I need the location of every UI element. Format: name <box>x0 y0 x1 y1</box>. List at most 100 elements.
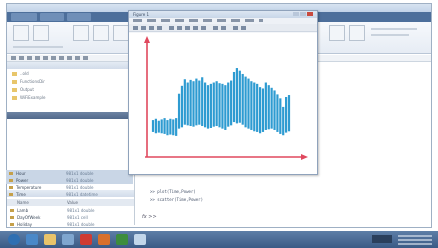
close-button[interactable] <box>307 12 313 16</box>
bar <box>282 106 285 136</box>
open-button[interactable] <box>33 25 49 41</box>
folder-icon <box>12 72 17 76</box>
variable-icon <box>9 186 13 189</box>
bar <box>287 95 291 132</box>
new-figure-icon[interactable] <box>133 26 138 30</box>
bar <box>227 82 230 127</box>
window-icon[interactable] <box>134 234 146 245</box>
figure-title-bar[interactable]: Figure 1 <box>129 11 317 18</box>
current-folder-header[interactable] <box>7 62 134 69</box>
bar <box>247 78 250 129</box>
rotate-icon[interactable] <box>201 26 206 30</box>
bar <box>285 97 288 133</box>
save-icon[interactable] <box>149 26 154 30</box>
bar <box>201 77 204 127</box>
bar <box>232 71 236 123</box>
legend-icon[interactable] <box>241 26 246 30</box>
pointer-icon[interactable] <box>169 26 174 30</box>
tab-apps[interactable] <box>67 13 91 21</box>
path-text <box>11 56 91 60</box>
brush-icon[interactable] <box>221 26 226 30</box>
ie-icon[interactable] <box>26 234 38 245</box>
tab-home[interactable] <box>11 13 37 21</box>
y-axis-arrow-icon <box>144 36 150 43</box>
plot-area[interactable] <box>129 33 317 174</box>
bar <box>192 81 195 127</box>
command-history-line: >> scatter(Time,Power) <box>150 197 203 202</box>
bar <box>250 81 253 130</box>
clock <box>398 234 432 245</box>
details-panel-header[interactable] <box>7 112 134 119</box>
colorbar-icon[interactable] <box>233 26 238 30</box>
bar <box>261 88 265 132</box>
bar <box>189 79 192 127</box>
variable-icon <box>9 179 13 182</box>
matlab-icon[interactable] <box>98 234 110 245</box>
folder-icon <box>12 88 17 92</box>
save-workspace-button[interactable] <box>93 25 109 41</box>
start-button[interactable] <box>8 234 20 245</box>
bar <box>163 118 166 134</box>
folder-icon <box>12 80 17 84</box>
app-icon[interactable] <box>80 234 92 245</box>
media-icon[interactable] <box>62 234 74 245</box>
bar <box>253 82 256 132</box>
bar <box>267 85 270 130</box>
x-axis-arrow-icon <box>301 154 308 160</box>
menu-items[interactable] <box>133 19 263 22</box>
layout-button[interactable] <box>349 25 365 41</box>
file-group-label <box>13 46 63 48</box>
explorer-icon[interactable] <box>44 234 56 245</box>
import-button[interactable] <box>73 25 89 41</box>
maximize-button[interactable] <box>300 12 306 16</box>
resources-label <box>371 28 417 30</box>
print-icon[interactable] <box>157 26 162 30</box>
figure-title: Figure 1 <box>133 12 150 17</box>
bar <box>198 80 201 125</box>
bar <box>218 83 221 128</box>
new-script-button[interactable] <box>13 25 29 41</box>
pan-icon[interactable] <box>193 26 198 30</box>
bar <box>212 82 215 127</box>
workspace-row[interactable]: Time 981x1 datetime <box>6 191 133 198</box>
bar <box>238 70 241 123</box>
variable-button[interactable] <box>113 25 129 41</box>
bar-chart <box>144 36 308 160</box>
bar <box>244 76 247 128</box>
excel-icon[interactable] <box>116 234 128 245</box>
bar <box>154 118 157 134</box>
data-cursor-icon[interactable] <box>213 26 218 30</box>
bar <box>206 85 210 129</box>
workspace-row-selected[interactable]: Hour 981x1 double <box>6 170 133 177</box>
minimize-button[interactable] <box>293 12 299 16</box>
bar <box>276 94 279 132</box>
bar <box>186 82 189 126</box>
bar <box>224 85 227 130</box>
variable-icon <box>9 193 13 196</box>
command-history-line: >> plot(Time,Power) <box>150 189 196 194</box>
system-tray[interactable] <box>372 235 392 243</box>
command-prompt[interactable]: fx >> <box>142 214 157 220</box>
zoom-out-icon[interactable] <box>185 26 190 30</box>
bar <box>241 73 244 125</box>
bar <box>177 93 181 129</box>
taskbar <box>0 231 438 248</box>
bar <box>221 83 224 129</box>
bar <box>258 87 262 134</box>
bar <box>256 83 259 132</box>
bar <box>215 81 218 127</box>
open-icon[interactable] <box>141 26 146 30</box>
preferences-button[interactable] <box>329 25 345 41</box>
workspace-row[interactable]: Temperature 981x1 double <box>6 184 133 191</box>
variable-icon <box>9 172 13 175</box>
workspace-rows-continued: Hour 981x1 double Power 981x1 double Tem… <box>6 170 134 226</box>
tab-plots[interactable] <box>40 13 64 21</box>
bar <box>264 82 267 130</box>
bar <box>175 118 178 136</box>
zoom-in-icon[interactable] <box>177 26 182 30</box>
bar <box>195 78 198 126</box>
workspace-row-selected[interactable]: Power 981x1 double <box>6 177 133 184</box>
bar <box>166 120 169 136</box>
help-label <box>371 34 409 36</box>
bar <box>151 120 155 132</box>
